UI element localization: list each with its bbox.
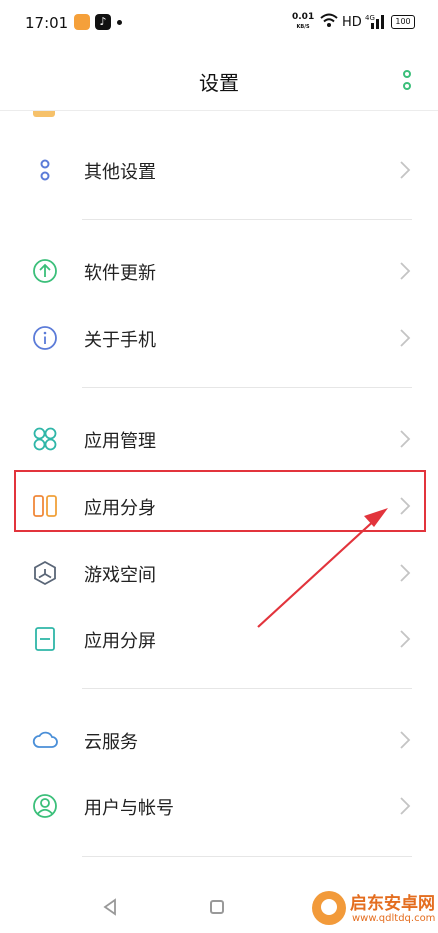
settings-item-game-space[interactable]: 游戏空间 xyxy=(0,542,438,602)
settings-item-label: 应用分屏 xyxy=(84,631,156,652)
cloud-icon xyxy=(32,731,58,748)
split-screen-icon xyxy=(35,627,55,651)
header-divider xyxy=(0,110,438,111)
chevron-right-icon xyxy=(400,564,411,582)
settings-item-label: 软件更新 xyxy=(84,263,156,284)
battery-indicator: 100 xyxy=(391,15,415,29)
settings-item-label: 其他设置 xyxy=(84,162,156,183)
settings-item-other[interactable]: 其他设置 xyxy=(0,139,438,199)
nav-back-icon[interactable] xyxy=(102,898,118,916)
section-divider xyxy=(82,856,412,857)
watermark-name: 启东安卓网 xyxy=(350,894,435,914)
nav-home-icon[interactable] xyxy=(210,900,224,914)
chevron-right-icon xyxy=(400,731,411,749)
network-speed: 0.01 KB/S xyxy=(292,12,315,31)
chevron-right-icon xyxy=(400,430,411,448)
wifi-icon xyxy=(320,13,338,27)
more-notifications-dot xyxy=(117,20,122,25)
settings-item-label: 游戏空间 xyxy=(84,565,156,586)
more-options-icon[interactable] xyxy=(402,67,412,93)
chevron-right-icon xyxy=(400,329,411,347)
chevron-right-icon xyxy=(400,161,411,179)
dots-vertical-icon xyxy=(40,159,50,181)
arrow-up-circle-icon xyxy=(33,259,57,283)
network-type: 4G xyxy=(365,14,375,22)
settings-item-label: 应用管理 xyxy=(84,431,156,452)
hd-indicator: HD xyxy=(342,15,362,30)
section-divider xyxy=(82,688,412,689)
page-title: 设置 xyxy=(199,71,239,95)
chevron-right-icon xyxy=(400,797,411,815)
site-watermark: 启东安卓网 www.qdltdq.com xyxy=(312,885,436,933)
settings-item-software-update[interactable]: 软件更新 xyxy=(0,240,438,300)
watermark-url: www.qdltdq.com xyxy=(352,913,436,924)
chevron-right-icon xyxy=(400,630,411,648)
settings-item-app-management[interactable]: 应用管理 xyxy=(0,408,438,468)
signal-icon: 4G xyxy=(365,14,384,29)
chevron-right-icon xyxy=(400,262,411,280)
notification-app-icon xyxy=(74,14,90,30)
partial-settings-icon xyxy=(33,111,55,117)
tiktok-notification-icon: ♪ xyxy=(95,14,111,30)
user-account-icon xyxy=(33,794,57,818)
settings-item-split-screen[interactable]: 应用分屏 xyxy=(0,608,438,668)
highlight-box xyxy=(14,470,426,532)
status-time: 17:01 xyxy=(25,14,69,32)
settings-item-cloud-service[interactable]: 云服务 xyxy=(0,709,438,769)
watermark-logo-icon xyxy=(312,891,346,925)
section-divider xyxy=(82,219,412,220)
settings-item-label: 云服务 xyxy=(84,732,138,753)
section-divider xyxy=(82,387,412,388)
info-circle-icon xyxy=(33,326,57,350)
title-bar: 设置 xyxy=(0,55,438,105)
apps-grid-icon xyxy=(33,427,57,451)
settings-item-about-phone[interactable]: 关于手机 xyxy=(0,307,438,367)
settings-item-label: 用户与帐号 xyxy=(84,798,174,819)
game-space-icon xyxy=(34,560,56,586)
settings-item-label: 关于手机 xyxy=(84,330,156,351)
settings-item-user-account[interactable]: 用户与帐号 xyxy=(0,775,438,835)
status-bar: 17:01 ♪ 0.01 KB/S HD 4G 100 xyxy=(0,0,438,46)
